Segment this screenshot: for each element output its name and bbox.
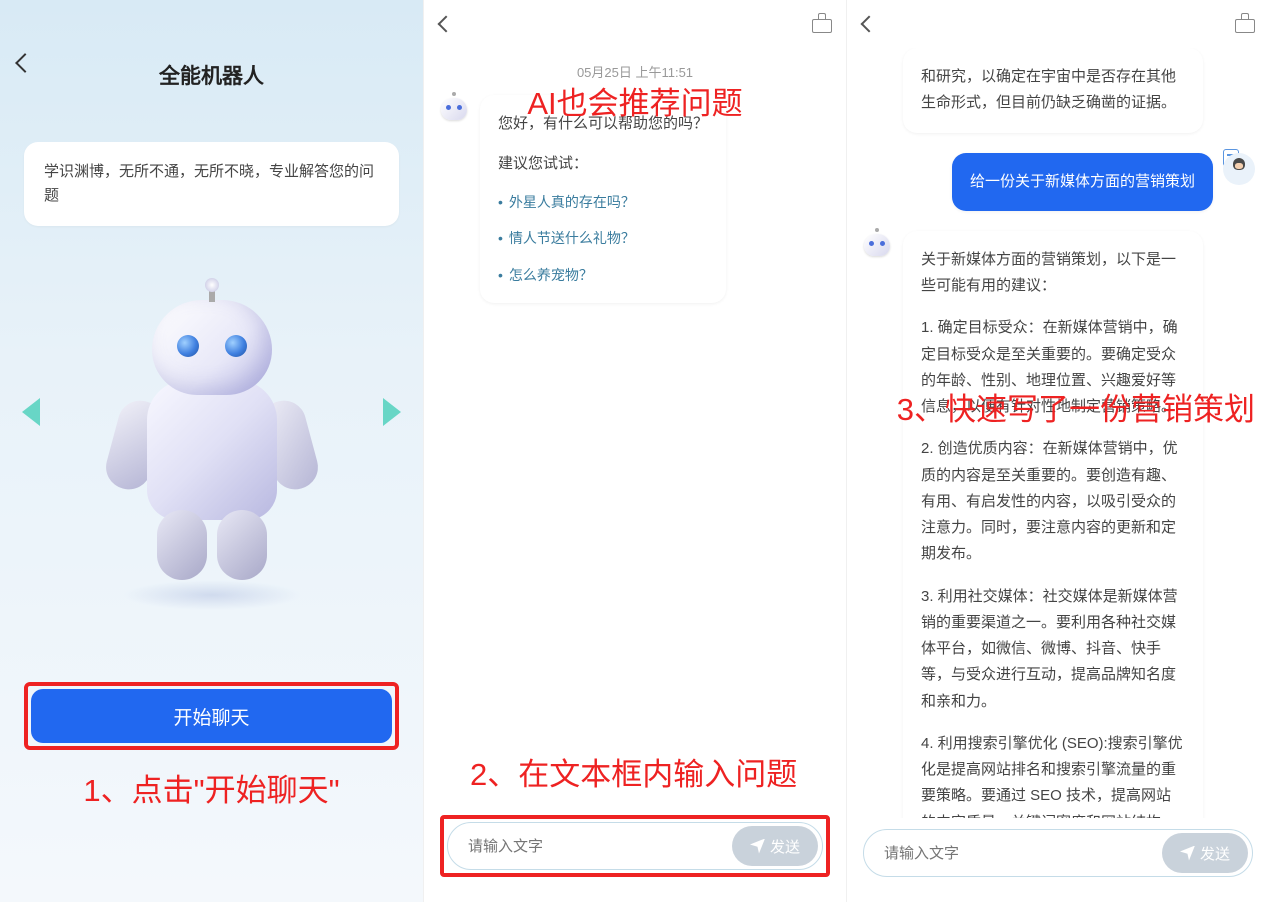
annotation-step3: 3、快速写了一份营销策划 — [897, 384, 1255, 429]
suggestion-link[interactable]: 怎么养宠物？ — [498, 263, 708, 288]
chat-input[interactable] — [884, 845, 1162, 862]
page-title: 全能机器人 — [0, 0, 423, 90]
annotation-step1: 1、点击"开始聊天" — [83, 765, 339, 810]
chat-input-bar: 发送 — [863, 829, 1253, 877]
chat-screen-suggestions: 05月25日 上午11:51 AI也会推荐问题 您好，有什么可以帮助您的吗？ 建… — [423, 0, 846, 902]
back-icon[interactable] — [438, 16, 455, 33]
send-label: 发送 — [1200, 843, 1230, 864]
start-chat-button[interactable]: 开始聊天 — [31, 689, 392, 743]
suggestion-link[interactable]: 外星人真的存在吗？ — [498, 190, 708, 215]
back-icon[interactable] — [861, 16, 878, 33]
top-bar — [847, 0, 1269, 48]
user-message-row: 给一份关于新媒体方面的营销策划 — [847, 143, 1269, 221]
bot-text: 2. 创造优质内容：在新媒体营销中，优质的内容是至关重要的。要创造有趣、有用、有… — [921, 436, 1185, 567]
user-avatar-icon — [1223, 153, 1255, 185]
suggestion-link[interactable]: 情人节送什么礼物？ — [498, 226, 708, 251]
chat-screen-reply: 和研究，以确定在宇宙中是否存在其他生命形式，但目前仍缺乏确凿的证据。 给一份关于… — [846, 0, 1269, 902]
bot-text: 4. 利用搜索引擎优化 (SEO):搜索引擎优化是提高网站排名和搜索引擎流量的重… — [921, 731, 1185, 818]
user-bubble: 给一份关于新媒体方面的营销策划 — [952, 153, 1213, 211]
start-button-highlight: 开始聊天 — [24, 682, 399, 750]
annotation-ai-suggest: AI也会推荐问题 — [527, 78, 742, 123]
bot-bubble: 关于新媒体方面的营销策划，以下是一些可能有用的建议： 1. 确定目标受众：在新媒… — [903, 231, 1203, 818]
annotation-step2: 2、在文本框内输入问题 — [470, 749, 797, 794]
send-label: 发送 — [770, 836, 800, 857]
chat-scroll-area[interactable]: 和研究，以确定在宇宙中是否存在其他生命形式，但目前仍缺乏确凿的证据。 给一份关于… — [847, 48, 1269, 818]
bot-bubble: 和研究，以确定在宇宙中是否存在其他生命形式，但目前仍缺乏确凿的证据。 — [903, 48, 1203, 133]
intro-screen: 全能机器人 学识渊博，无所不通，无所不晓，专业解答您的问题 开始聊天 1、点击"… — [0, 0, 423, 902]
menu-icon[interactable] — [812, 15, 830, 33]
carousel-prev-icon[interactable] — [22, 398, 40, 426]
bot-message-row: 关于新媒体方面的营销策划，以下是一些可能有用的建议： 1. 确定目标受众：在新媒… — [847, 221, 1269, 818]
bot-message-row: 和研究，以确定在宇宙中是否存在其他生命形式，但目前仍缺乏确凿的证据。 — [847, 48, 1269, 143]
bot-bubble: 您好，有什么可以帮助您的吗？ 建议您试试： 外星人真的存在吗？ 情人节送什么礼物… — [480, 95, 726, 303]
bot-text: 关于新媒体方面的营销策划，以下是一些可能有用的建议： — [921, 247, 1185, 300]
robot-image — [62, 280, 362, 620]
bot-avatar-icon — [861, 231, 893, 263]
bot-text: 和研究，以确定在宇宙中是否存在其他生命形式，但目前仍缺乏确凿的证据。 — [921, 68, 1176, 111]
carousel-next-icon[interactable] — [383, 398, 401, 426]
top-bar — [424, 0, 846, 48]
suggestion-lead: 建议您试试： — [498, 151, 708, 177]
send-button[interactable]: 发送 — [1162, 833, 1248, 873]
input-highlight: 发送 — [440, 815, 830, 877]
chat-input-bar: 发送 — [447, 822, 823, 870]
send-icon — [750, 839, 765, 854]
chat-input[interactable] — [468, 838, 732, 855]
bot-text: 3. 利用社交媒体：社交媒体是新媒体营销的重要渠道之一。要利用各种社交媒体平台，… — [921, 584, 1185, 715]
send-icon — [1180, 846, 1195, 861]
bot-avatar-icon — [438, 95, 470, 127]
intro-text: 学识渊博，无所不通，无所不晓，专业解答您的问题 — [24, 142, 399, 226]
menu-icon[interactable] — [1235, 15, 1253, 33]
input-area: 发送 — [863, 829, 1253, 877]
send-button[interactable]: 发送 — [732, 826, 818, 866]
